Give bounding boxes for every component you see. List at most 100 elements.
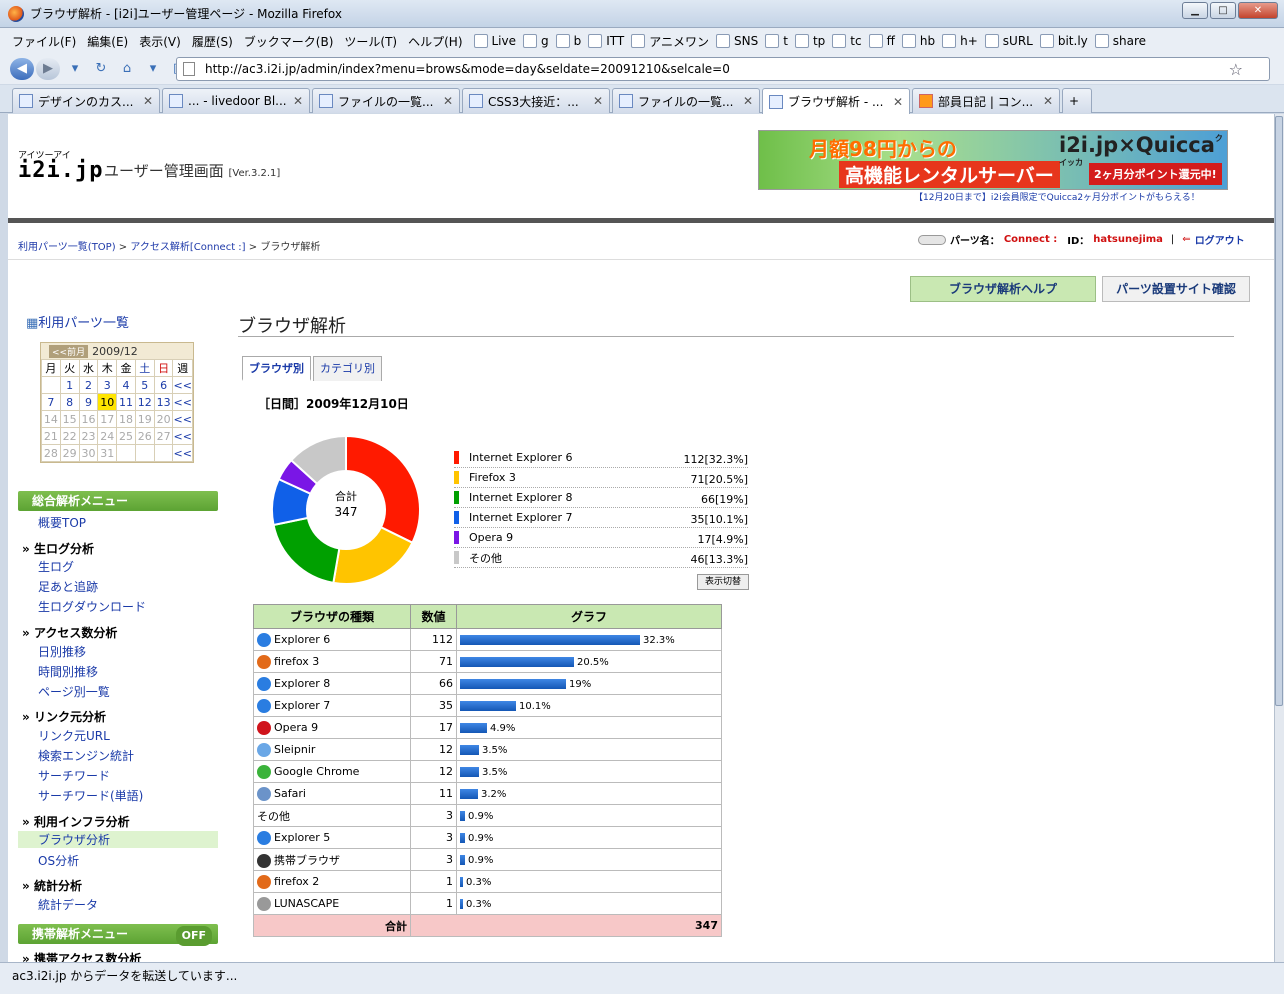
bookmark-t[interactable]: t [765, 34, 788, 48]
tab-7[interactable]: 部員日記 | コン... ✕ [912, 88, 1060, 113]
calendar-day[interactable]: 3 [97, 376, 118, 394]
history-dropdown-icon[interactable]: ▾ [67, 61, 83, 77]
dropdown-icon[interactable]: ▾ [145, 61, 161, 77]
calendar-prev-button[interactable]: <<前月 [49, 344, 89, 358]
scrollbar-thumb[interactable] [1275, 116, 1283, 706]
sidebar-hourly[interactable]: 時間別推移 [38, 663, 98, 680]
calendar-day[interactable]: 26 [134, 427, 155, 445]
menu-history[interactable]: 履歴(S) [192, 33, 233, 50]
minimize-button[interactable]: ▁ [1182, 2, 1208, 19]
menu-file[interactable]: ファイル(F) [12, 33, 76, 50]
logout-link[interactable]: ログアウト [1195, 232, 1245, 247]
calendar-day[interactable]: 22 [59, 427, 80, 445]
close-icon[interactable]: ✕ [737, 94, 753, 108]
calendar-day[interactable]: << [172, 427, 193, 445]
calendar-day[interactable]: 14 [41, 410, 61, 428]
site-check-button[interactable]: パーツ設置サイト確認 [1102, 276, 1250, 302]
close-button[interactable]: ✕ [1238, 2, 1278, 19]
tab-1[interactable]: デザインのカス... ✕ [12, 88, 160, 113]
bookmark-g[interactable]: g [523, 34, 549, 48]
sidebar-perpage[interactable]: ページ別一覧 [38, 683, 110, 700]
star-icon[interactable]: ☆ [1229, 60, 1243, 79]
calendar-day[interactable]: 23 [78, 427, 99, 445]
sidebar-raw-download[interactable]: 生ログダウンロード [38, 598, 146, 615]
close-icon[interactable]: ✕ [1037, 94, 1053, 108]
sidebar-link-url[interactable]: リンク元URL [38, 727, 110, 744]
calendar-day[interactable]: 13 [153, 393, 174, 411]
calendar-day[interactable]: 6 [153, 376, 174, 394]
bookmark-anime[interactable]: アニメワン [631, 33, 709, 50]
tab-3[interactable]: ファイルの一覧... ✕ [312, 88, 460, 113]
sidebar-browser[interactable]: ブラウザ分析 [18, 831, 218, 848]
calendar-day[interactable]: 31 [97, 444, 118, 462]
menu-help[interactable]: ヘルプ(H) [408, 33, 462, 50]
sidebar-search-word[interactable]: サーチワード [38, 767, 110, 784]
close-icon[interactable]: ✕ [887, 95, 903, 109]
calendar-day[interactable]: 16 [78, 410, 99, 428]
bookmark-share[interactable]: share [1094, 34, 1146, 48]
calendar-day[interactable]: << [172, 444, 193, 462]
bookmark-hb[interactable]: hb [901, 34, 935, 48]
calendar-day[interactable]: 1 [59, 376, 80, 394]
ad-banner[interactable]: 月額98円からの 高機能レンタルサーバー i2i.jp×Quiccaクイッカ 2… [758, 130, 1228, 190]
reload-icon[interactable]: ↻ [93, 61, 109, 77]
sidebar-search-word-2[interactable]: サーチワード(単語) [38, 787, 143, 804]
calendar-day[interactable]: 27 [153, 427, 174, 445]
calendar-day[interactable]: 8 [59, 393, 80, 411]
calendar-day[interactable]: 5 [134, 376, 155, 394]
sidebar-parts-list[interactable]: ▦利用パーツ一覧 [26, 312, 129, 331]
calendar-day[interactable]: 10 [97, 393, 118, 411]
calendar-day[interactable]: 18 [116, 410, 136, 428]
sidebar-raw-log[interactable]: 生ログ [38, 558, 74, 575]
calendar-day[interactable]: 11 [116, 393, 136, 411]
banner-note[interactable]: 【12月20日まで】i2i会員限定でQuicca2ヶ月分ポイントがもらえる！ [914, 190, 1200, 203]
bookmark-hplus[interactable]: h+ [942, 34, 978, 48]
calendar-day[interactable]: 19 [134, 410, 155, 428]
sidebar-daily[interactable]: 日別推移 [38, 643, 86, 660]
close-icon[interactable]: ✕ [287, 94, 303, 108]
calendar-day[interactable]: 15 [59, 410, 80, 428]
bookmark-itt[interactable]: ITT [588, 34, 624, 48]
calendar-day[interactable]: 28 [41, 444, 61, 462]
sidebar-search-engine[interactable]: 検索エンジン統計 [38, 747, 134, 764]
menu-bookmarks[interactable]: ブックマーク(B) [244, 33, 334, 50]
bookmark-b[interactable]: b [555, 34, 581, 48]
new-tab-button[interactable]: + [1062, 88, 1092, 113]
menu-tools[interactable]: ツール(T) [344, 33, 397, 50]
tab-6-active[interactable]: ブラウザ解析 - ... ✕ [762, 88, 910, 114]
calendar-day[interactable]: << [172, 376, 193, 394]
calendar-day[interactable]: 17 [97, 410, 118, 428]
calendar-day[interactable]: 30 [78, 444, 99, 462]
bookmark-sns[interactable]: SNS [716, 34, 758, 48]
breadcrumb-top[interactable]: 利用パーツ一覧(TOP) [18, 242, 116, 253]
sidebar-footprint[interactable]: 足あと追跡 [38, 578, 98, 595]
sidebar-os[interactable]: OS分析 [38, 852, 79, 869]
menu-edit[interactable]: 編集(E) [87, 33, 128, 50]
maximize-button[interactable]: □ [1210, 2, 1236, 19]
calendar-day[interactable]: 7 [41, 393, 61, 411]
calendar-day[interactable]: << [172, 393, 193, 411]
bookmark-surl[interactable]: sURL [984, 34, 1033, 48]
mobile-menu-toggle[interactable]: OFF [175, 926, 212, 946]
calendar-day[interactable]: 24 [97, 427, 118, 445]
tab-by-browser[interactable]: ブラウザ別 [242, 356, 311, 381]
sidebar-overview[interactable]: 概要TOP [38, 514, 86, 531]
calendar-day[interactable]: 20 [153, 410, 174, 428]
display-switch-button[interactable]: 表示切替 [697, 574, 749, 590]
forward-button[interactable]: ▶ [36, 58, 60, 80]
close-icon[interactable]: ✕ [587, 94, 603, 108]
back-button[interactable]: ◀ [10, 58, 34, 80]
close-icon[interactable]: ✕ [437, 94, 453, 108]
menu-view[interactable]: 表示(V) [139, 33, 181, 50]
calendar-day[interactable]: 29 [59, 444, 80, 462]
calendar-day[interactable]: 2 [78, 376, 99, 394]
calendar-day[interactable]: 12 [134, 393, 155, 411]
calendar-day[interactable]: 21 [41, 427, 61, 445]
tab-5[interactable]: ファイルの一覧... ✕ [612, 88, 760, 113]
home-icon[interactable]: ⌂ [119, 61, 135, 77]
url-bar[interactable]: http://ac3.i2i.jp/admin/index?menu=brows… [176, 57, 1270, 81]
bookmark-ff[interactable]: ff [868, 34, 895, 48]
help-button[interactable]: ブラウザ解析ヘルプ [910, 276, 1096, 302]
tab-by-category[interactable]: カテゴリ別 [313, 356, 382, 381]
calendar-day[interactable]: 9 [78, 393, 99, 411]
